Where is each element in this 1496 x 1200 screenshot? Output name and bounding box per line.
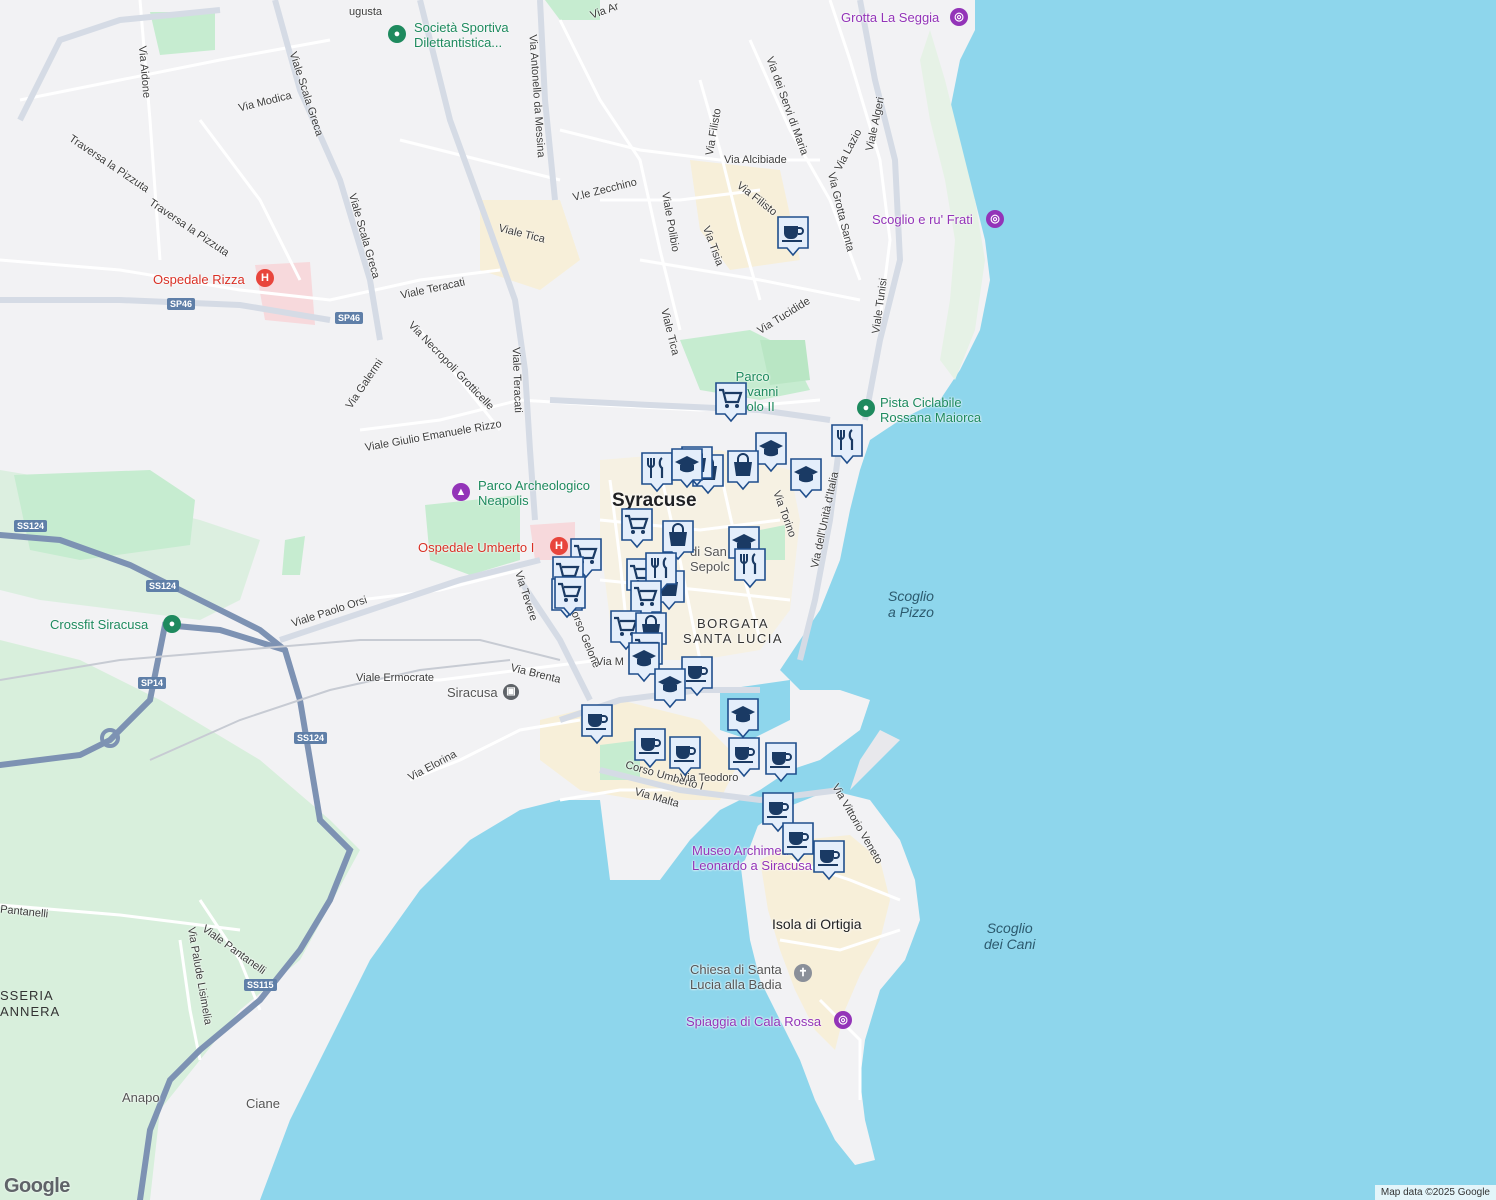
poi-ospedale-umberto[interactable]: Ospedale Umberto I xyxy=(418,540,534,555)
place-anapo: Anapo xyxy=(122,1090,160,1105)
street-label: Via Alcibiade xyxy=(724,154,787,166)
camera-pin-icon[interactable]: ◎ xyxy=(834,1011,852,1029)
street-label: ugusta xyxy=(349,6,383,18)
cart-marker-icon[interactable] xyxy=(552,574,588,618)
church-pin-icon[interactable]: ✝ xyxy=(794,964,812,982)
street-label: Via M xyxy=(596,656,624,668)
road-shield: SP14 xyxy=(138,677,167,689)
park-pin-icon[interactable]: ● xyxy=(857,399,875,417)
road-shield: SS124 xyxy=(146,580,180,592)
grad-marker-icon[interactable] xyxy=(652,666,688,710)
road-shield: SS124 xyxy=(294,732,328,744)
grad-marker-icon[interactable] xyxy=(725,696,761,740)
camera-pin-icon[interactable]: ◎ xyxy=(950,8,968,26)
area-sasseria: SSERIA ANNERA xyxy=(0,988,61,1019)
poi-scoglio-frati[interactable]: Scoglio e ru' Frati xyxy=(872,212,973,227)
cup-marker-icon[interactable] xyxy=(763,740,799,784)
poi-spiaggia[interactable]: Spiaggia di Cala Rossa xyxy=(686,1014,821,1029)
train-station-icon[interactable]: ▣ xyxy=(503,684,519,700)
grad-marker-icon[interactable] xyxy=(669,446,705,490)
park-field xyxy=(14,470,195,560)
cup-marker-icon[interactable] xyxy=(811,838,847,882)
road-shield: SP46 xyxy=(167,298,196,310)
poi-crossfit[interactable]: Crossfit Siracusa xyxy=(50,617,148,632)
street-label: Viale Teracati xyxy=(509,346,524,414)
poi-pista[interactable]: Pista Ciclabile Rossana Maiorca xyxy=(880,395,981,425)
cup-marker-icon[interactable] xyxy=(667,734,703,778)
district-santa-lucia: BORGATA SANTA LUCIA xyxy=(683,616,784,646)
fork-marker-icon[interactable] xyxy=(732,546,768,590)
poi-stazione[interactable]: Siracusa xyxy=(447,685,498,700)
attribution[interactable]: Map data ©2025 Google xyxy=(1374,1185,1496,1200)
park-pin-icon[interactable]: ● xyxy=(388,25,406,43)
cup-marker-icon[interactable] xyxy=(726,735,762,779)
cup-marker-icon[interactable] xyxy=(775,214,811,258)
fork-marker-icon[interactable] xyxy=(829,422,865,466)
water-scoglio-cani: Scoglio dei Cani xyxy=(984,920,1036,952)
cup-marker-icon[interactable] xyxy=(579,702,615,746)
road-shield: SS124 xyxy=(14,520,48,532)
bag-marker-icon[interactable] xyxy=(725,448,761,492)
island-label: Isola di Ortigia xyxy=(772,916,862,932)
place-ciane: Ciane xyxy=(246,1096,280,1111)
poi-ospedale-rizza[interactable]: Ospedale Rizza xyxy=(153,272,245,287)
landmark-pin-icon[interactable]: ▲ xyxy=(452,483,470,501)
cart-marker-icon[interactable] xyxy=(619,506,655,550)
park-pin-icon[interactable]: ● xyxy=(163,615,181,633)
road-shield: SP46 xyxy=(335,312,364,324)
camera-pin-icon[interactable]: ◎ xyxy=(986,210,1004,228)
road-shield: SS115 xyxy=(244,979,277,991)
cup-marker-icon[interactable] xyxy=(632,726,668,770)
grad-marker-icon[interactable] xyxy=(788,456,824,500)
poi-grotta[interactable]: Grotta La Seggia xyxy=(841,10,939,25)
poi-societa[interactable]: Società Sportiva Dilettantistica... xyxy=(414,20,509,50)
water-scoglio-pizzo: Scoglio a Pizzo xyxy=(888,588,934,620)
hospital-pin-icon[interactable]: H xyxy=(256,269,274,287)
hospital-pin-icon[interactable]: H xyxy=(550,537,568,555)
cart-marker-icon[interactable] xyxy=(713,380,749,424)
street-label: Viale Ermocrate xyxy=(356,672,435,684)
poi-chiesa[interactable]: Chiesa di Santa Lucia alla Badia xyxy=(690,962,782,992)
poi-parco-archeologico[interactable]: Parco Archeologico Neapolis xyxy=(478,478,590,508)
google-logo: Google xyxy=(4,1175,70,1197)
